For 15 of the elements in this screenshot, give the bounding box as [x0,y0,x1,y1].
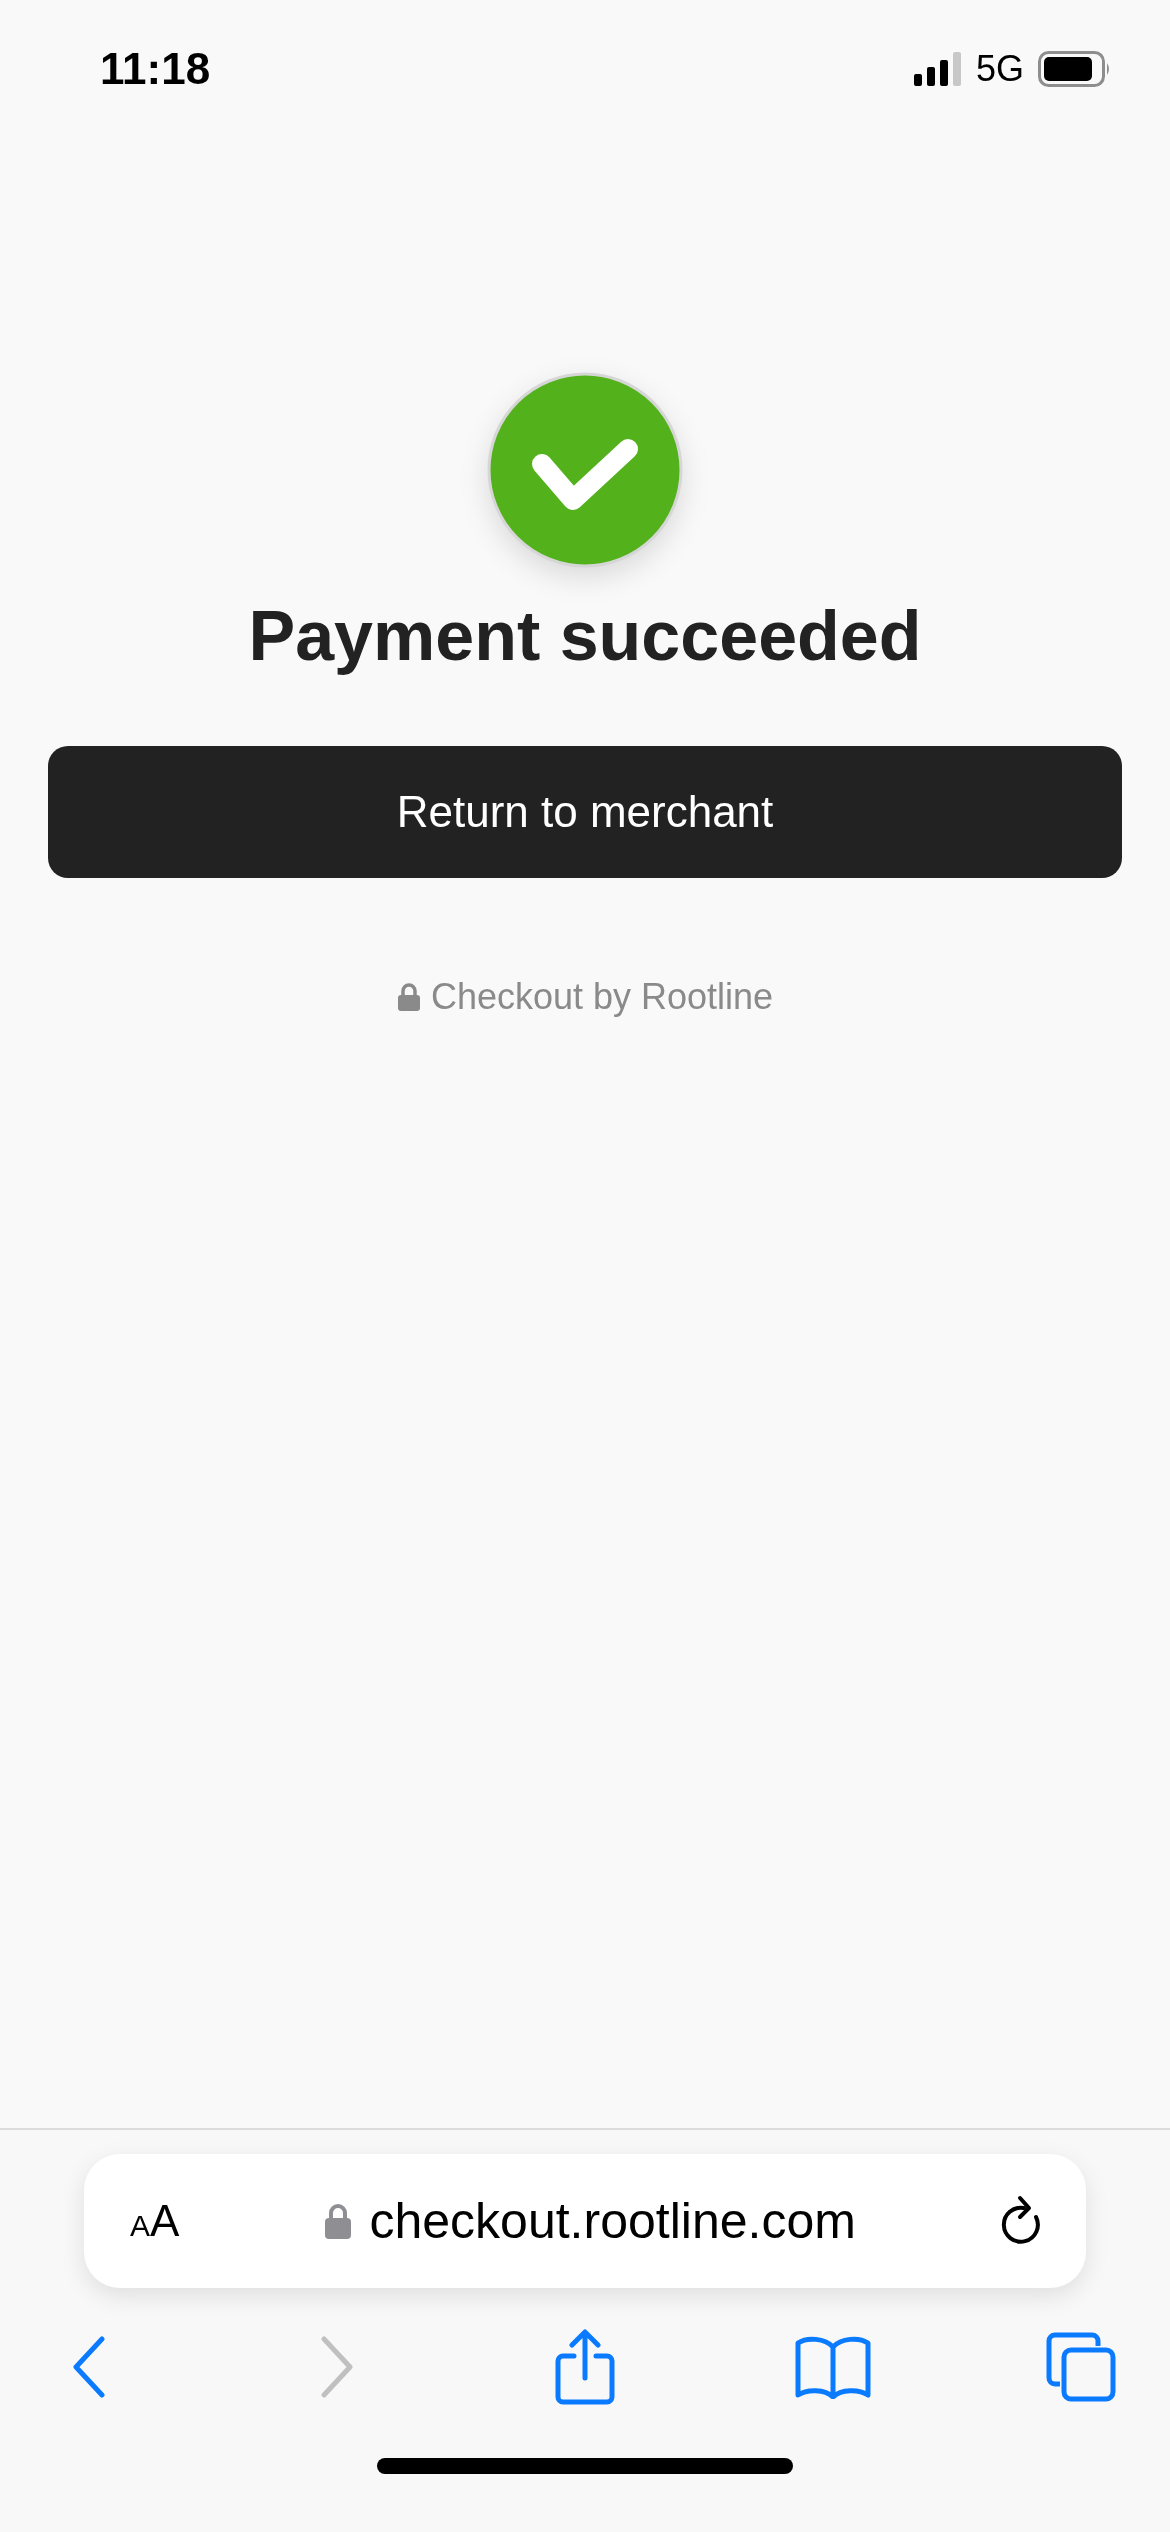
share-icon[interactable] [555,2329,615,2405]
battery-icon [1038,51,1112,87]
book-icon[interactable] [795,2335,871,2399]
signal-icon [913,52,962,86]
tabs-icon[interactable] [1046,2332,1116,2402]
back-icon[interactable] [72,2336,106,2398]
footer-text: Checkout by Rootline [430,976,774,1018]
address-bar[interactable]: AA checkout.rootline.com [84,2154,1086,2288]
lock-icon [396,982,421,1012]
network-label: 5G [975,48,1024,90]
result-title: Payment succeeded [248,596,922,676]
return-button[interactable]: Return to merchant [48,746,1122,878]
url-text: checkout.rootline.com [369,2192,856,2250]
text-size-button[interactable]: AA [130,2196,180,2246]
status-time: 11:18 [100,44,211,94]
